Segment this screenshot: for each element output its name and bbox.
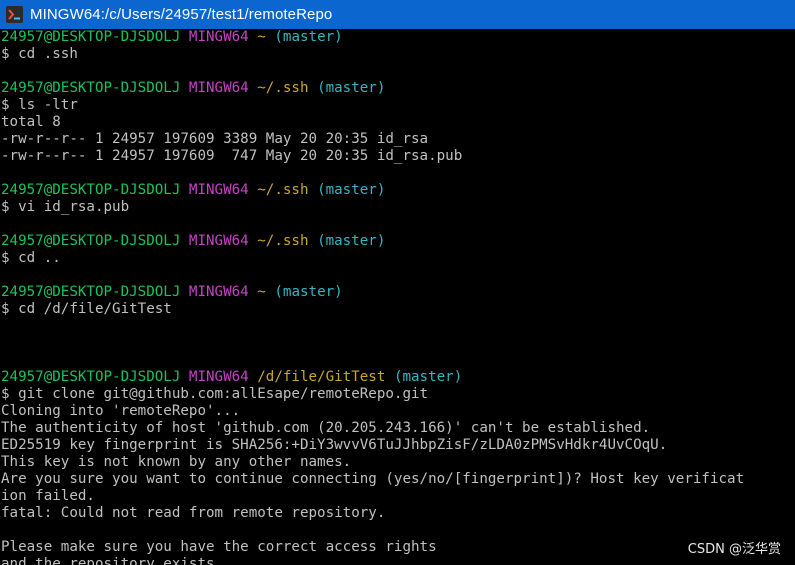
line-text: $ git clone git@github.com:allEsape/remo… bbox=[1, 386, 429, 402]
prompt-branch: (master) bbox=[274, 29, 343, 45]
line-text: and the repository exists. bbox=[1, 556, 224, 565]
prompt-user-host: 24957@DESKTOP-DJSDOLJ bbox=[1, 233, 181, 249]
line-text: $ cd /d/file/GitTest bbox=[1, 301, 172, 317]
line-text: Are you sure you want to continue connec… bbox=[1, 471, 745, 487]
output-line: $ vi id_rsa.pub bbox=[1, 199, 795, 216]
prompt-user-host: 24957@DESKTOP-DJSDOLJ bbox=[1, 369, 181, 385]
csdn-watermark: CSDN @泛华赏 bbox=[687, 542, 781, 557]
line-text: $ cd .. bbox=[1, 250, 61, 266]
output-line: The authenticity of host 'github.com (20… bbox=[1, 420, 795, 437]
output-line: This key is not known by any other names… bbox=[1, 454, 795, 471]
prompt-shell: MINGW64 bbox=[188, 369, 249, 385]
window-title: MINGW64:/c/Users/24957/test1/remoteRepo bbox=[30, 6, 333, 23]
output-line: ion failed. bbox=[1, 488, 795, 505]
output-line: Please make sure you have the correct ac… bbox=[1, 539, 795, 556]
output-line: $ ls -ltr bbox=[1, 97, 795, 114]
output-line: $ cd /d/file/GitTest bbox=[1, 301, 795, 318]
title-bar[interactable]: MINGW64:/c/Users/24957/test1/remoteRepo bbox=[0, 0, 795, 29]
prompt-line: 24957@DESKTOP-DJSDOLJ MINGW64 ~/.ssh (ma… bbox=[1, 182, 795, 199]
output-line: -rw-r--r-- 1 24957 197609 3389 May 20 20… bbox=[1, 131, 795, 148]
line-text: The authenticity of host 'github.com (20… bbox=[1, 420, 651, 436]
prompt-line: 24957@DESKTOP-DJSDOLJ MINGW64 ~/.ssh (ma… bbox=[1, 80, 795, 97]
output-line: Are you sure you want to continue connec… bbox=[1, 471, 795, 488]
prompt-user-host: 24957@DESKTOP-DJSDOLJ bbox=[1, 80, 181, 96]
output-line: -rw-r--r-- 1 24957 197609 747 May 20 20:… bbox=[1, 148, 795, 165]
output-line: $ cd .ssh bbox=[1, 46, 795, 63]
output-line: $ git clone git@github.com:allEsape/remo… bbox=[1, 386, 795, 403]
line-text: -rw-r--r-- 1 24957 197609 3389 May 20 20… bbox=[1, 131, 429, 147]
prompt-path: ~ bbox=[257, 29, 266, 45]
prompt-line: 24957@DESKTOP-DJSDOLJ MINGW64 ~/.ssh (ma… bbox=[1, 233, 795, 250]
prompt-shell: MINGW64 bbox=[188, 80, 249, 96]
prompt-shell: MINGW64 bbox=[188, 284, 249, 300]
output-line: ED25519 key fingerprint is SHA256:+DiY3w… bbox=[1, 437, 795, 454]
git-bash-icon bbox=[6, 6, 23, 23]
prompt-branch: (master) bbox=[317, 182, 386, 198]
prompt-branch: (master) bbox=[317, 233, 386, 249]
prompt-path: ~ bbox=[257, 284, 266, 300]
prompt-branch: (master) bbox=[274, 284, 343, 300]
prompt-user-host: 24957@DESKTOP-DJSDOLJ bbox=[1, 29, 181, 45]
line-text: Please make sure you have the correct ac… bbox=[1, 539, 437, 555]
output-line: Cloning into 'remoteRepo'... bbox=[1, 403, 795, 420]
line-text: Cloning into 'remoteRepo'... bbox=[1, 403, 241, 419]
prompt-path: ~/.ssh bbox=[257, 80, 309, 96]
line-text: total 8 bbox=[1, 114, 61, 130]
prompt-line: 24957@DESKTOP-DJSDOLJ MINGW64 /d/file/Gi… bbox=[1, 369, 795, 386]
line-text: $ cd .ssh bbox=[1, 46, 78, 62]
prompt-line: 24957@DESKTOP-DJSDOLJ MINGW64 ~ (master) bbox=[1, 29, 795, 46]
prompt-shell: MINGW64 bbox=[188, 29, 249, 45]
prompt-path: ~/.ssh bbox=[257, 182, 309, 198]
output-line: $ cd .. bbox=[1, 250, 795, 267]
prompt-branch: (master) bbox=[317, 80, 386, 96]
prompt-user-host: 24957@DESKTOP-DJSDOLJ bbox=[1, 284, 181, 300]
prompt-branch: (master) bbox=[393, 369, 463, 385]
prompt-path: ~/.ssh bbox=[257, 233, 309, 249]
output-line: and the repository exists. bbox=[1, 556, 795, 565]
terminal-window: MINGW64:/c/Users/24957/test1/remoteRepo … bbox=[0, 0, 795, 565]
line-text: $ ls -ltr bbox=[1, 97, 78, 113]
prompt-shell: MINGW64 bbox=[188, 182, 249, 198]
output-line: fatal: Could not read from remote reposi… bbox=[1, 505, 795, 522]
line-text: This key is not known by any other names… bbox=[1, 454, 352, 470]
prompt-path: /d/file/GitTest bbox=[257, 369, 386, 385]
terminal-output[interactable]: 24957@DESKTOP-DJSDOLJ MINGW64 ~ (master)… bbox=[1, 29, 795, 565]
line-text: ion failed. bbox=[1, 488, 95, 504]
prompt-user-host: 24957@DESKTOP-DJSDOLJ bbox=[1, 182, 181, 198]
line-text: ED25519 key fingerprint is SHA256:+DiY3w… bbox=[1, 437, 668, 453]
prompt-shell: MINGW64 bbox=[188, 233, 249, 249]
line-text: $ vi id_rsa.pub bbox=[1, 199, 130, 215]
prompt-line: 24957@DESKTOP-DJSDOLJ MINGW64 ~ (master) bbox=[1, 284, 795, 301]
line-text: -rw-r--r-- 1 24957 197609 747 May 20 20:… bbox=[1, 148, 463, 164]
line-text: fatal: Could not read from remote reposi… bbox=[1, 505, 386, 521]
output-line: total 8 bbox=[1, 114, 795, 131]
